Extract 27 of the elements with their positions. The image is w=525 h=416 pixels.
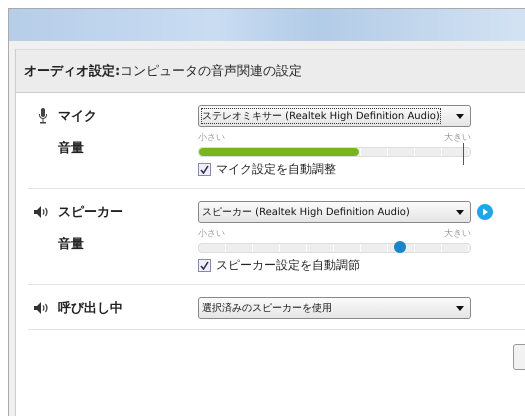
microphone-icon: [38, 108, 48, 124]
min-label: 小さい: [198, 132, 225, 144]
caret-icon: [456, 210, 464, 214]
device-label: 呼び出し中: [58, 300, 124, 317]
checkbox[interactable]: [198, 163, 211, 176]
max-label: 大きい: [444, 132, 471, 144]
device-label: スピーカー: [58, 204, 124, 221]
header-subtitle: コンピュータの音声関連の設定: [120, 63, 302, 80]
dialog-button[interactable]: [513, 344, 525, 370]
device-label: マイク: [58, 108, 98, 125]
caret-icon: [456, 114, 464, 118]
volume-label: 音量: [58, 140, 85, 157]
checkbox[interactable]: [198, 259, 211, 272]
header-title: オーディオ設定:: [24, 62, 120, 80]
volume-label: 音量: [58, 236, 85, 253]
volume-slider[interactable]: [198, 243, 471, 253]
min-label: 小さい: [198, 228, 225, 240]
device-dropdown[interactable]: ステレオミキサー (Realtek High Definition Audio): [198, 105, 471, 127]
device-dropdown[interactable]: スピーカー (Realtek High Definition Audio): [198, 201, 471, 223]
caret-icon: [456, 306, 464, 310]
device-dropdown[interactable]: 選択済みのスピーカーを使用: [198, 297, 471, 319]
checkbox-label: スピーカー設定を自動調節: [216, 257, 360, 274]
slider-thumb[interactable]: [394, 241, 406, 253]
checkbox-label: マイク設定を自動調整: [216, 161, 336, 178]
peak-line: [463, 143, 464, 165]
max-label: 大きい: [444, 228, 471, 240]
play-icon[interactable]: [477, 204, 493, 220]
